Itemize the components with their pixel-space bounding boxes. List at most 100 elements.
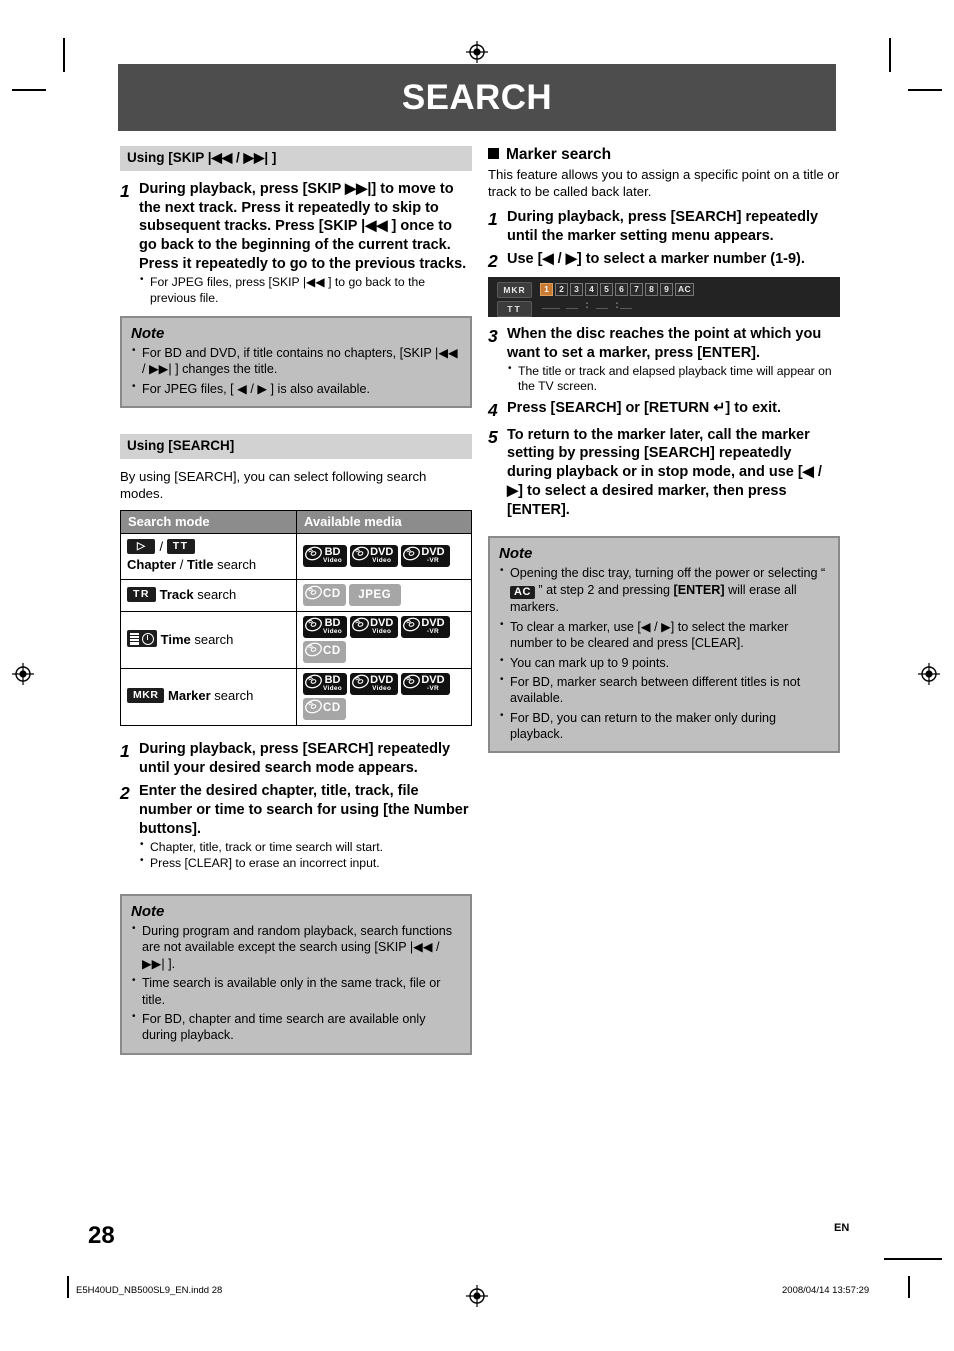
- osd-marker-8[interactable]: 8: [645, 282, 658, 296]
- mode-label-tail: search: [210, 688, 254, 704]
- column-header-available-media: Available media: [296, 509, 472, 534]
- media-label-primary: CD: [323, 701, 341, 714]
- step-skip-1: 1 During playback, press [SKIP ▶▶|] to m…: [120, 180, 472, 307]
- osd-tab-mkr[interactable]: MKR: [497, 281, 532, 298]
- note-box-search: Note During program and random playback,…: [120, 894, 472, 1055]
- osd-time-display: ___ __ : __ :__: [542, 300, 633, 312]
- step-number: 3: [488, 325, 498, 346]
- table-row: MKR Marker search BD Video DVD Video DVD…: [120, 667, 472, 726]
- marker-setting-osd: MKR TT 1 2 3 4 5 6 7 8 9 AC ___ __ : __ …: [488, 276, 840, 317]
- media-badge-cd: CD: [303, 583, 346, 606]
- media-badge-bd-video: BD Video: [303, 544, 348, 567]
- disc-icon: [305, 699, 322, 719]
- osd-marker-numbers: 1 2 3 4 5 6 7 8 9 AC: [540, 282, 694, 296]
- step-marker-4: 4 Press [SEARCH] or [RETURN ↵] to exit.: [488, 399, 840, 421]
- osd-marker-5[interactable]: 5: [600, 282, 613, 296]
- right-column: Marker search This feature allows you to…: [488, 146, 840, 754]
- media-label-secondary: Video: [323, 557, 343, 565]
- bullet-item: Chapter, title, track or time search wil…: [139, 839, 472, 856]
- step-text: Use [◀ / ▶] to select a marker number (1…: [507, 251, 805, 268]
- step-text: During playback, press [SKIP ▶▶|] to mov…: [139, 180, 467, 273]
- media-badge-label: DVD Video: [370, 616, 394, 636]
- crop-mark-top-right-horizontal: [908, 89, 942, 91]
- note-title: Note: [131, 324, 165, 342]
- disc-icon: [352, 617, 370, 637]
- footer-filename: E5H40UD_NB500SL9_EN.indd 28: [76, 1285, 223, 1296]
- step-number: 5: [488, 426, 498, 447]
- osd-marker-4[interactable]: 4: [585, 282, 598, 296]
- media-label-primary: DVD: [370, 616, 394, 629]
- media-label-secondary: Video: [323, 628, 343, 636]
- media-badge-cd: CD: [303, 640, 346, 663]
- mode-label: Chapter / Title search: [127, 557, 290, 574]
- column-header-search-mode: Search mode: [120, 509, 297, 534]
- disc-icon: [352, 546, 370, 566]
- bullet-item: For JPEG files, press [SKIP |◀◀ ] to go …: [139, 274, 472, 306]
- media-label-primary: BD: [324, 673, 341, 686]
- step-text: To return to the marker later, call the …: [507, 426, 822, 519]
- step-search-2: 2 Enter the desired chapter, title, trac…: [120, 782, 472, 872]
- step-marker-3: 3 When the disc reaches the point at whi…: [488, 325, 840, 395]
- page-number: 28: [88, 1222, 115, 1249]
- page-title: SEARCH: [401, 77, 553, 117]
- cell-available-media: CD JPEG: [296, 578, 472, 612]
- mode-label-sep: /: [176, 556, 187, 572]
- step-number: 1: [120, 740, 130, 761]
- cell-available-media: BD Video DVD Video: [296, 532, 472, 580]
- osd-marker-6[interactable]: 6: [615, 282, 628, 296]
- media-badge-cd: CD: [303, 697, 346, 720]
- step-text: During playback, press [SEARCH] repeated…: [139, 740, 451, 776]
- media-badge-dvd-video: DVD Video: [350, 672, 399, 695]
- registration-mark-right: [918, 663, 940, 685]
- media-badge-dvd-vr: DVD -VR: [401, 544, 450, 567]
- media-label-primary: DVD: [370, 545, 394, 558]
- mode-label: MKR Marker search: [127, 688, 290, 705]
- note-box-skip: Note For BD and DVD, if title contains n…: [120, 315, 472, 408]
- bullet-item: For BD and DVD, if title contains no cha…: [131, 344, 461, 378]
- step-number: 2: [488, 251, 498, 272]
- marker-intro-text: This feature allows you to assign a spec…: [488, 167, 840, 200]
- mode-label-tail: search: [193, 586, 237, 602]
- osd-all-clear[interactable]: AC: [675, 282, 694, 296]
- disc-icon: [305, 642, 322, 662]
- marker-mkr-icon: MKR: [127, 688, 165, 704]
- step-search-1: 1 During playback, press [SEARCH] repeat…: [120, 740, 472, 778]
- bullet-item: Time search is available only in the sam…: [131, 974, 461, 1008]
- media-badge-label: DVD -VR: [421, 674, 444, 693]
- mode-label-time: Time: [160, 632, 191, 648]
- note-bullets: During program and random playback, sear…: [131, 922, 461, 1044]
- media-badge-label: CD: [323, 587, 341, 601]
- osd-marker-3[interactable]: 3: [570, 282, 583, 296]
- mode-label: TR Track search: [127, 586, 290, 604]
- cell-search-mode: ▷ / TT Chapter / Title search: [120, 532, 297, 580]
- crop-mark-top-right-vertical: [889, 38, 891, 72]
- osd-marker-7[interactable]: 7: [630, 282, 643, 296]
- footer-tick-right: [908, 1276, 910, 1298]
- osd-tabs: MKR TT: [497, 281, 532, 317]
- note-title: Note: [499, 545, 533, 563]
- osd-tab-tt[interactable]: TT: [497, 300, 532, 317]
- step-marker-2: 2 Use [◀ / ▶] to select a marker number …: [488, 250, 840, 272]
- step-bullets: Chapter, title, track or time search wil…: [139, 839, 472, 872]
- media-label-primary: CD: [323, 587, 341, 600]
- osd-marker-2[interactable]: 2: [555, 282, 568, 296]
- mode-label: Time search: [127, 630, 290, 649]
- osd-marker-1[interactable]: 1: [540, 282, 553, 296]
- step-text: Press [SEARCH] or [RETURN ↵] to exit.: [507, 400, 781, 417]
- time-search-icon: [127, 630, 157, 648]
- osd-marker-9[interactable]: 9: [660, 282, 673, 296]
- media-badge-label: CD: [323, 701, 341, 715]
- disc-icon: [305, 546, 322, 566]
- media-badge-dvd-vr: DVD -VR: [401, 615, 450, 638]
- disc-icon: [305, 674, 322, 694]
- crop-mark-top-left-vertical: [63, 38, 65, 72]
- bullet-item: The title or track and elapsed playback …: [507, 363, 840, 395]
- media-label-secondary: Video: [372, 628, 392, 636]
- bullet-item: For BD, marker search between different …: [499, 673, 829, 707]
- media-label-secondary: -VR: [426, 685, 439, 693]
- media-badge-bd-video: BD Video: [303, 672, 348, 695]
- step-text: When the disc reaches the point at which…: [507, 325, 822, 361]
- mode-label-chapter: Chapter: [127, 556, 177, 572]
- step-text: Enter the desired chapter, title, track,…: [139, 782, 469, 837]
- track-tr-icon: TR: [127, 586, 156, 602]
